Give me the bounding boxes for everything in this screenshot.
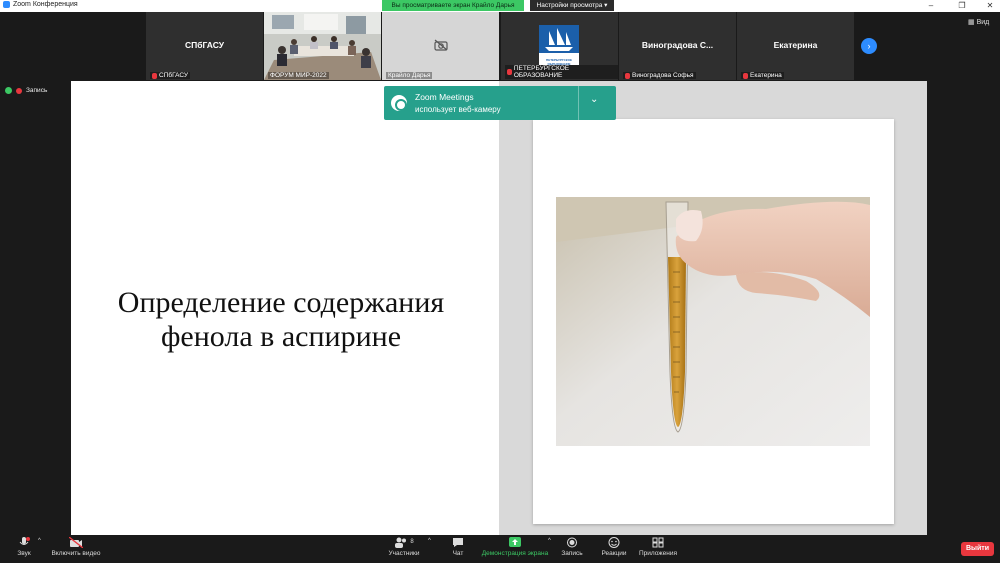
screen-share-banner: Вы просматриваете экран Крайло Дарья: [382, 0, 524, 11]
muted-mic-icon: [625, 72, 630, 79]
chevron-up-icon[interactable]: ^: [428, 538, 431, 544]
muted-mic-icon: [152, 72, 157, 79]
recording-indicator[interactable]: Запись: [5, 87, 47, 94]
webcam-notification[interactable]: Zoom Meetings использует веб-камеру ⌄: [384, 86, 616, 120]
participant-tile[interactable]: ФОРУМ МИР-2022: [264, 12, 381, 80]
record-icon: [567, 537, 577, 548]
share-screen-icon: [509, 537, 521, 547]
camera-off-icon: [434, 39, 448, 51]
record-dot-icon: [16, 87, 22, 94]
participants-icon: [395, 537, 407, 548]
conference-room-video: [264, 12, 381, 80]
view-options-dropdown[interactable]: Настройки просмотра ▾: [530, 0, 614, 11]
maximize-icon[interactable]: ❐: [953, 0, 971, 12]
chat-icon: [453, 538, 463, 547]
apps-button[interactable]: Приложения: [638, 537, 678, 557]
shared-slide: Определение содержания фенола в аспирине: [71, 81, 499, 535]
test-tube-photo: [556, 197, 870, 446]
close-icon[interactable]: ✕: [981, 0, 999, 12]
chevron-up-icon[interactable]: ^: [548, 538, 551, 544]
reactions-button[interactable]: Реакции: [598, 537, 630, 557]
view-button[interactable]: ▦ Вид: [968, 18, 989, 26]
leave-button[interactable]: Выйти: [961, 542, 994, 556]
reactions-icon: [608, 537, 620, 548]
apps-icon: [652, 537, 664, 548]
zoom-logo-icon: [3, 1, 10, 8]
webcam-icon: [391, 95, 407, 111]
participant-tile[interactable]: ПЕТЕРБУРГСКОЕ ОБРАЗОВАНИЕ ПЕТЕРБУРГСКОЕ …: [501, 12, 618, 80]
chevron-down-icon[interactable]: ⌄: [590, 94, 598, 105]
shield-icon: [5, 87, 12, 94]
chevron-up-icon[interactable]: ^: [38, 538, 41, 544]
start-video-button[interactable]: Включить видео: [50, 537, 102, 557]
participant-tile[interactable]: Екатерина Екатерина: [737, 12, 854, 80]
participants-button[interactable]: 8 Участники: [386, 537, 422, 557]
participant-tile[interactable]: СПбГАСУ СПбГАСУ: [146, 12, 263, 80]
slide-title: Определение содержания фенола в аспирине: [117, 286, 445, 353]
video-off-icon: [69, 537, 83, 548]
chat-button[interactable]: Чат: [448, 537, 468, 557]
ship-logo-icon: [539, 25, 579, 53]
record-button[interactable]: Запись: [558, 537, 586, 557]
participant-tile-active-speaker[interactable]: Крайло Дарья: [382, 12, 499, 80]
muted-mic-icon: [507, 69, 512, 75]
app-title: Zoom Конференция: [3, 1, 78, 8]
share-screen-button[interactable]: Демонстрация экрана: [480, 537, 550, 557]
next-page-arrow-icon[interactable]: ›: [861, 38, 877, 54]
muted-mic-icon: [743, 72, 748, 79]
minimize-icon[interactable]: –: [922, 0, 940, 12]
peterburgskoe-obrazovanie-logo: ПЕТЕРБУРГСКОЕ ОБРАЗОВАНИЕ: [539, 25, 579, 66]
audio-button[interactable]: Звук: [14, 537, 34, 557]
participant-tile[interactable]: Виноградова С... Виноградова Софья: [619, 12, 736, 80]
microphone-icon: [19, 537, 30, 545]
